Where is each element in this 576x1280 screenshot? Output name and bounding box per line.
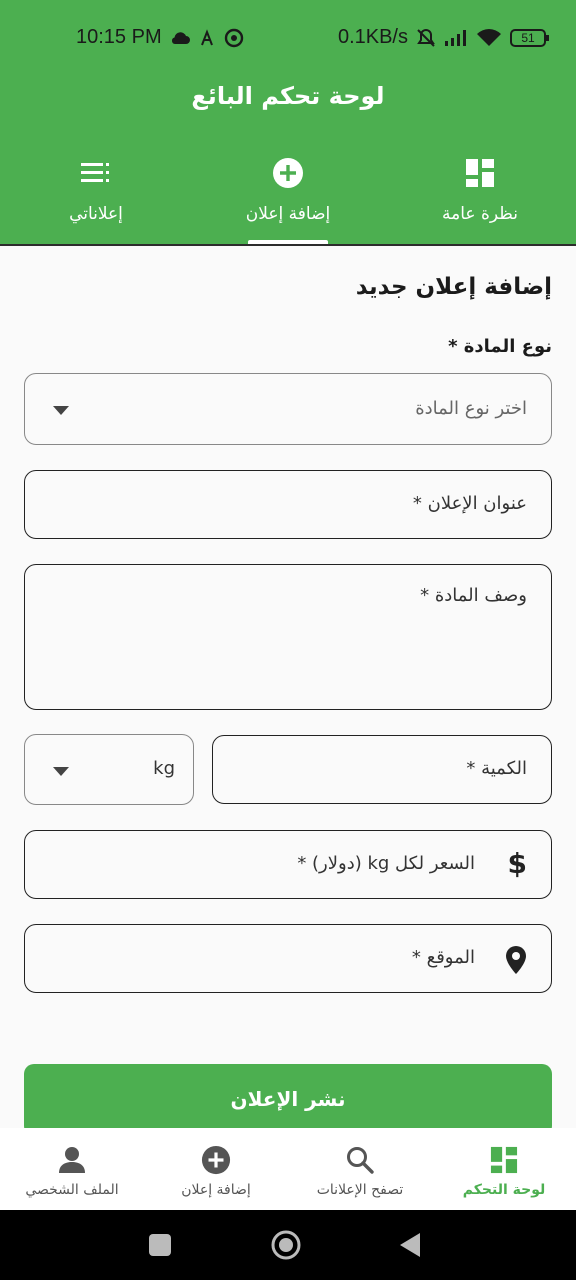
- unit-value: kg: [153, 758, 175, 779]
- material-type-label: نوع المادة *: [448, 336, 552, 357]
- person-icon: [58, 1144, 86, 1176]
- quantity-label: الكمية *: [466, 758, 527, 779]
- description-label: وصف المادة *: [420, 585, 527, 606]
- tab-overview-label: نظرة عامة: [442, 204, 518, 224]
- tab-add-ad-label: إضافة إعلان: [245, 204, 331, 224]
- section-title: إضافة إعلان جديد: [355, 274, 552, 300]
- location-pin-icon: [506, 946, 526, 974]
- app-bar: لوحة تحكم البائع: [0, 76, 576, 136]
- dollar-icon: $: [507, 847, 527, 880]
- add-circle-icon: [201, 1144, 231, 1176]
- bottom-nav: لوحة التحكم تصفح الإعلانات إضافة إعلان ا…: [0, 1128, 576, 1210]
- bottom-nav-add-ad-label: إضافة إعلان: [181, 1182, 251, 1198]
- battery-level: 51: [521, 30, 535, 45]
- location-label: الموقع *: [411, 947, 475, 968]
- material-type-placeholder: اختر نوع المادة: [415, 398, 527, 419]
- dashboard-icon: [490, 1144, 518, 1176]
- home-icon[interactable]: [270, 1229, 302, 1261]
- battery-icon: 51: [510, 28, 549, 47]
- page-title: لوحة تحكم البائع: [191, 82, 385, 110]
- price-field[interactable]: السعر لكل kg (دولار) * $: [24, 830, 552, 899]
- whatsapp-icon: [224, 28, 243, 47]
- status-bar: 10:15 PM 0.1KB/s 51: [0, 0, 576, 76]
- location-field[interactable]: الموقع *: [24, 924, 552, 993]
- quantity-field[interactable]: الكمية *: [212, 735, 552, 804]
- bottom-nav-profile[interactable]: الملف الشخصي: [0, 1128, 144, 1210]
- wifi-icon: [477, 28, 501, 46]
- recents-icon[interactable]: [149, 1234, 171, 1256]
- add-circle-icon: [272, 156, 304, 190]
- signal-icon: [445, 29, 466, 46]
- top-tabs: نظرة عامة إضافة إعلان إعلاناتي: [0, 136, 576, 246]
- net-speed: 0.1KB/s: [337, 26, 408, 48]
- status-time-group: 10:15 PM: [76, 26, 244, 49]
- dashboard-icon: [465, 156, 495, 190]
- bottom-nav-browse-label: تصفح الإعلانات: [316, 1182, 404, 1198]
- tab-my-ads[interactable]: إعلاناتي: [0, 136, 192, 244]
- dropdown-caret-icon: [53, 406, 69, 415]
- publish-button[interactable]: نشر الإعلان: [24, 1064, 552, 1136]
- cloud-icon: [171, 31, 190, 44]
- bottom-nav-dashboard[interactable]: لوحة التحكم: [432, 1128, 576, 1210]
- back-icon[interactable]: [398, 1232, 422, 1258]
- ad-title-label: عنوان الإعلان *: [412, 493, 527, 514]
- list-icon: [81, 156, 111, 190]
- notification-app-icon: [200, 28, 213, 45]
- bottom-nav-profile-label: الملف الشخصي: [25, 1182, 119, 1198]
- price-label: السعر لكل kg (دولار) *: [297, 853, 475, 874]
- material-type-dropdown[interactable]: اختر نوع المادة: [24, 373, 552, 445]
- system-nav-bar: [0, 1210, 576, 1280]
- add-ad-form: إضافة إعلان جديد نوع المادة * اختر نوع ا…: [0, 246, 576, 1136]
- description-field[interactable]: وصف المادة *: [24, 564, 552, 710]
- tab-add-ad[interactable]: إضافة إعلان: [192, 136, 384, 244]
- bottom-nav-browse[interactable]: تصفح الإعلانات: [288, 1128, 432, 1210]
- unit-dropdown[interactable]: kg: [24, 734, 194, 805]
- bottom-nav-dashboard-label: لوحة التحكم: [462, 1182, 546, 1198]
- status-time: 10:15 PM: [76, 26, 162, 48]
- mute-bell-icon: [417, 28, 435, 47]
- ad-title-field[interactable]: عنوان الإعلان *: [24, 470, 552, 539]
- bottom-nav-add-ad[interactable]: إضافة إعلان: [144, 1128, 288, 1210]
- tab-my-ads-label: إعلاناتي: [69, 204, 123, 224]
- search-icon: [345, 1144, 375, 1176]
- tab-overview[interactable]: نظرة عامة: [384, 136, 576, 244]
- unit-caret-icon: [53, 767, 69, 776]
- status-right-group: 0.1KB/s 51: [337, 26, 549, 49]
